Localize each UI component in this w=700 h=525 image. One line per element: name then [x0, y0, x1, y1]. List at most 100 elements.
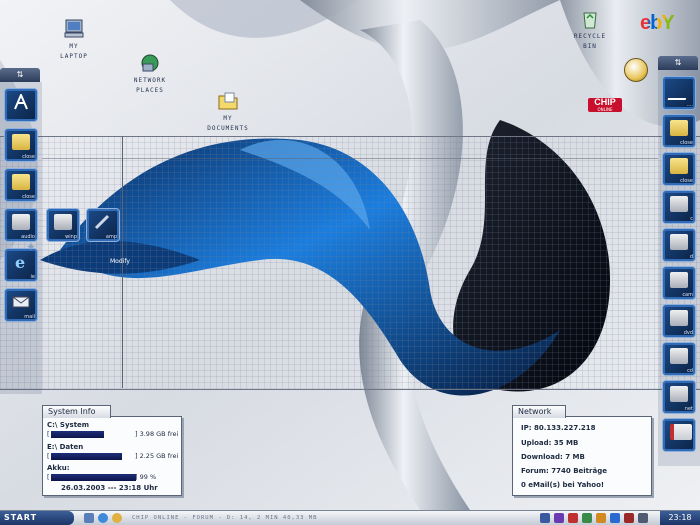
camera-icon: [670, 272, 688, 288]
ip-address: IP: 80.133.227.218: [521, 424, 596, 432]
winamp-icon: [54, 214, 72, 230]
tray-icon[interactable]: [610, 513, 620, 523]
bookmark-a-icon: [14, 94, 28, 110]
dock-tile-bookmark[interactable]: ....: [662, 76, 696, 110]
svg-text:e: e: [15, 254, 25, 270]
dock-tile-drive-c[interactable]: c: [662, 190, 696, 224]
panel-title: System Info: [42, 405, 111, 418]
dock-tile-folder[interactable]: close: [662, 114, 696, 148]
tray-icon[interactable]: [540, 513, 550, 523]
tile-label: ie: [30, 274, 35, 280]
tile-label: close: [22, 154, 35, 160]
tray-clock[interactable]: 23:18: [660, 511, 700, 525]
dock-tile-net[interactable]: net: [662, 380, 696, 414]
show-desktop-icon[interactable]: [84, 513, 94, 523]
forum-stat: Forum: 7740 Beiträge: [521, 467, 607, 475]
ebay-logo[interactable]: ebY: [640, 12, 675, 35]
tile-label: c: [690, 216, 693, 222]
ie-quicklaunch-icon[interactable]: [98, 513, 108, 523]
ebay-logo-text: ebY: [640, 12, 675, 34]
drive-e-free: ] 2.25 GB frei: [135, 452, 179, 460]
tray-icon[interactable]: [568, 513, 578, 523]
drag-star-icon: ✦: [26, 240, 37, 254]
tray-icon[interactable]: [638, 513, 648, 523]
tile-label: close: [22, 194, 35, 200]
taskbar: START CHIP ONLINE - FORUM - D: 14, 2 MIN…: [0, 510, 700, 525]
recycle-bin-icon: [583, 12, 597, 29]
tile-label: d: [689, 254, 693, 260]
audio-icon: [12, 214, 30, 230]
right-dock-header[interactable]: ⇅: [658, 56, 698, 70]
drive-c-bar: [: [47, 430, 137, 438]
email-stat: 0 eMail(s) bei Yahoo!: [521, 481, 605, 489]
desktop-icon-label: MY LAPTOP: [60, 43, 88, 60]
hard-drive-icon: [670, 234, 688, 250]
popout-tile-amp[interactable]: amp: [86, 208, 120, 242]
battery-label: Akku:: [47, 464, 70, 472]
tile-label: cd: [687, 368, 693, 374]
dock-header-icon: ⇅: [674, 58, 682, 67]
dock-tile-folder[interactable]: close: [4, 128, 38, 162]
download-stat: Download: 7 MB: [521, 453, 585, 461]
folder-icon: [12, 134, 30, 150]
tray-icon[interactable]: [582, 513, 592, 523]
folder-icon: [670, 158, 688, 174]
dock-tile-camera[interactable]: cam: [662, 266, 696, 300]
network-panel: Network IP: 80.133.227.218 Upload: 35 MB…: [512, 405, 652, 496]
desktop-icon-label: MY DOCUMENTS: [207, 115, 249, 132]
media-quicklaunch-icon[interactable]: [112, 513, 122, 523]
messenger-icon[interactable]: [624, 58, 648, 82]
tile-label: mail: [24, 314, 35, 320]
chip-online-logo[interactable]: CHIP ONLINE: [588, 98, 622, 112]
dock-tile-folder[interactable]: close: [4, 168, 38, 202]
drive-e-fill: [51, 453, 122, 460]
desktop-icon-recycle-bin[interactable]: RECYCLE BIN: [550, 8, 630, 52]
computer-icon: [64, 19, 84, 38]
folder-icon: [670, 120, 688, 136]
dock-tile-cd[interactable]: cd: [662, 342, 696, 376]
tray-icon[interactable]: [554, 513, 564, 523]
drive-e-label: E:\ Daten: [47, 443, 84, 451]
start-button[interactable]: START: [0, 511, 74, 525]
desktop-icon-my-documents[interactable]: MY DOCUMENTS: [188, 90, 268, 134]
drive-c-fill: [51, 431, 104, 438]
desktop-icon-label: RECYCLE BIN: [573, 33, 607, 50]
chip-logo-sub: ONLINE: [597, 107, 613, 112]
desktop-icon-my-laptop[interactable]: MY LAPTOP: [34, 18, 114, 62]
tile-label: ....: [686, 102, 693, 108]
left-dock: ⇅ close close audio e ie mail: [0, 68, 42, 394]
drive-e-bar: [: [47, 452, 137, 460]
desktop-icon-network-places[interactable]: NETWORK PLACES: [110, 52, 190, 96]
dock-tile-drive-d[interactable]: d: [662, 228, 696, 262]
folder-icon: [12, 174, 30, 190]
tray-icon[interactable]: [596, 513, 606, 523]
tile-label: amp: [105, 234, 117, 240]
floating-label: Modify: [110, 258, 130, 265]
bookmark-a-icon: [667, 82, 691, 100]
drive-c-free: ] 3.98 GB frei: [135, 430, 179, 438]
tile-label: cam: [682, 292, 693, 298]
divider-line: [42, 158, 658, 159]
left-dock-header[interactable]: ⇅: [0, 68, 40, 82]
drive-c-label: C:\ System: [47, 421, 90, 429]
desktop-icon-label: NETWORK PLACES: [133, 77, 167, 94]
dock-tile-dvd[interactable]: dvd: [662, 304, 696, 338]
cd-icon: [670, 348, 688, 364]
popout-tile-winamp[interactable]: winp: [46, 208, 80, 242]
dock-tile-mail[interactable]: mail: [4, 288, 38, 322]
dock-tile-bookmark[interactable]: [4, 88, 38, 122]
dock-header-icon: ⇅: [16, 70, 24, 79]
dock-tile-tools[interactable]: [662, 418, 696, 452]
tile-label: winp: [65, 234, 77, 240]
mail-icon: [12, 296, 30, 308]
dock-tile-audio[interactable]: audio: [4, 208, 38, 242]
tray-icon[interactable]: [624, 513, 634, 523]
dock-tile-folder[interactable]: close: [662, 152, 696, 186]
battery-percent: ] 99 %: [135, 473, 157, 481]
folder-icon: [218, 92, 238, 110]
datetime-readout: 26.03.2003 --- 23:18 Uhr: [61, 484, 158, 492]
tile-label: net: [684, 406, 693, 412]
tile-label: dvd: [683, 330, 693, 336]
battery-bar: [: [47, 473, 137, 481]
taskbar-status-text: CHIP ONLINE - FORUM - D: 14, 2 MIN 40,33…: [132, 515, 318, 521]
